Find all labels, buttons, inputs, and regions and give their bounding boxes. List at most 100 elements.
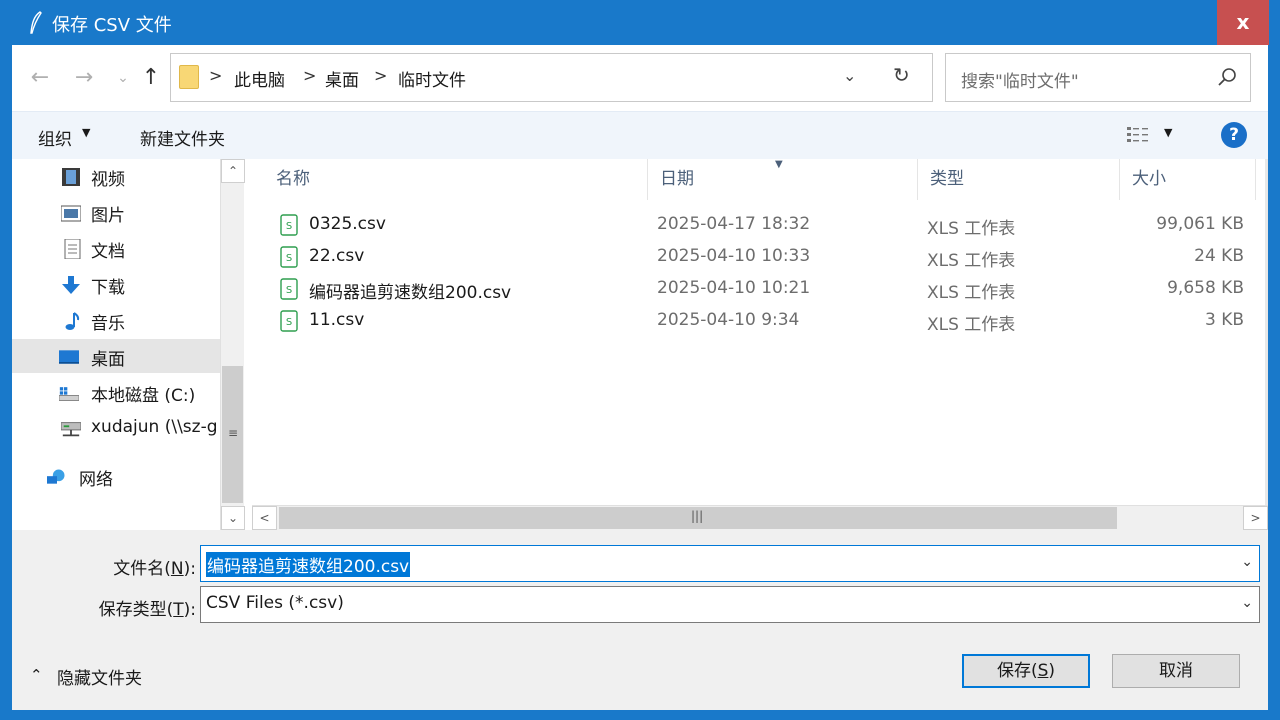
save-button[interactable]: 保存(S) [962, 654, 1090, 688]
address-bar[interactable]: > 此电脑 > 桌面 > 临时文件 ⌄ ↻ [170, 53, 933, 102]
breadcrumb-desktop[interactable]: 桌面 [325, 66, 359, 91]
csv-file-icon: S [280, 214, 298, 236]
organize-caret-icon[interactable]: ▼ [82, 126, 90, 139]
grip-icon: ||| [691, 509, 704, 523]
navigation-pane: 视频 图片 文档 下载 音乐 桌面 本地磁盘 (C:) xudajun (\\s… [12, 159, 220, 530]
drive-icon [59, 387, 79, 401]
svg-text:S: S [286, 285, 292, 296]
search-input[interactable]: 搜索"临时文件" [945, 53, 1251, 102]
file-size: 24 KB [1194, 246, 1244, 266]
command-toolbar: 组织 ▼ 新建文件夹 ▼ ? [12, 111, 1268, 159]
file-type: XLS 工作表 [927, 219, 1016, 239]
file-name: 22.csv [309, 246, 365, 266]
help-icon[interactable]: ? [1221, 122, 1247, 148]
view-options-icon[interactable] [1125, 124, 1153, 146]
nav-item-documents[interactable]: 文档 [12, 231, 220, 265]
file-date: 2025-04-17 18:32 [657, 214, 811, 234]
back-arrow-icon[interactable]: ← [28, 64, 52, 92]
window-title: 保存 CSV 文件 [52, 15, 172, 36]
table-row[interactable]: S 编码器追剪速数组200.csv 2025-04-10 10:21 XLS 工… [252, 272, 1252, 304]
file-date: 2025-04-10 9:34 [657, 310, 800, 330]
chevron-down-icon[interactable]: ⌄ [1241, 595, 1253, 611]
address-dropdown-icon[interactable]: ⌄ [843, 66, 856, 85]
table-row[interactable]: S 22.csv 2025-04-10 10:33 XLS 工作表 24 KB [252, 240, 1252, 272]
file-type: XLS 工作表 [927, 251, 1016, 271]
scroll-up-arrow-icon[interactable]: ⌃ [221, 159, 245, 183]
forward-arrow-icon[interactable]: → [72, 64, 96, 92]
file-list-horizontal-scrollbar[interactable]: < ||| > [252, 505, 1268, 530]
file-type: XLS 工作表 [927, 283, 1016, 303]
filetype-label: 保存类型(T): [98, 600, 196, 620]
refresh-icon[interactable]: ↻ [893, 63, 910, 87]
cancel-button[interactable]: 取消 [1112, 654, 1240, 688]
nav-item-downloads[interactable]: 下载 [12, 267, 220, 301]
up-arrow-icon[interactable]: ↑ [139, 64, 163, 92]
svg-text:S: S [286, 221, 292, 232]
video-icon [62, 168, 80, 186]
nav-item-network-drive[interactable]: xudajun (\\sz-g [12, 411, 220, 445]
svg-text:S: S [286, 317, 292, 328]
nav-label: 网络 [79, 470, 113, 490]
file-list-scrollbar-edge [1265, 159, 1268, 505]
file-size: 99,061 KB [1156, 214, 1244, 234]
nav-item-local-disk[interactable]: 本地磁盘 (C:) [12, 375, 220, 409]
filetype-select[interactable]: CSV Files (*.csv) ⌄ [200, 586, 1260, 623]
dialog-client-area: ← → ⌄ ↑ > 此电脑 > 桌面 > 临时文件 ⌄ ↻ 搜索"临时文件" 组… [12, 45, 1268, 710]
column-header-date[interactable]: 日期 [648, 159, 918, 200]
nav-item-videos[interactable]: 视频 [12, 159, 220, 193]
nav-item-desktop[interactable]: 桌面 [12, 339, 220, 373]
csv-file-icon: S [280, 278, 298, 300]
folder-icon [179, 65, 199, 89]
scroll-left-arrow-icon[interactable]: < [252, 506, 277, 530]
file-size: 3 KB [1204, 310, 1244, 330]
chevron-down-icon[interactable]: ⌄ [1241, 554, 1253, 570]
breadcrumb-temp-files[interactable]: 临时文件 [398, 66, 466, 91]
nav-item-network[interactable]: 网络 [12, 459, 220, 493]
scroll-down-arrow-icon[interactable]: ⌄ [221, 506, 245, 530]
chevron-up-icon: ⌃ [30, 666, 43, 684]
svg-text:S: S [286, 253, 292, 264]
hide-folders-label: 隐藏文件夹 [57, 669, 142, 689]
close-button[interactable]: x [1217, 0, 1269, 45]
file-name: 0325.csv [309, 214, 386, 234]
table-row[interactable]: S 0325.csv 2025-04-17 18:32 XLS 工作表 99,0… [252, 208, 1252, 240]
breadcrumb-separator-icon: > [303, 66, 317, 85]
breadcrumb-separator-icon: > [374, 66, 388, 85]
csv-file-icon: S [280, 310, 298, 332]
network-icon [47, 469, 65, 484]
feather-app-icon [30, 11, 42, 34]
nav-item-music[interactable]: 音乐 [12, 303, 220, 337]
column-header-name[interactable]: 名称 [264, 159, 648, 200]
nav-label: 音乐 [91, 314, 125, 334]
nav-label: xudajun (\\sz-g [91, 417, 218, 437]
organize-button[interactable]: 组织 [38, 125, 72, 150]
save-dialog-window: 保存 CSV 文件 x ← → ⌄ ↑ > 此电脑 > 桌面 > 临时文件 ⌄ … [0, 0, 1280, 720]
nav-item-pictures[interactable]: 图片 [12, 195, 220, 229]
downloads-icon [62, 276, 80, 294]
network-drive-icon [61, 422, 81, 437]
filename-value: 编码器追剪速数组200.csv [206, 552, 411, 577]
grip-icon: ≡ [228, 426, 239, 440]
view-caret-icon[interactable]: ▼ [1164, 126, 1172, 139]
column-header-size[interactable]: 大小 [1120, 159, 1256, 200]
recent-locations-chevron-icon[interactable]: ⌄ [111, 64, 135, 92]
scrollbar-thumb[interactable]: ≡ [222, 366, 243, 503]
nav-label: 下载 [91, 278, 125, 298]
search-icon[interactable] [1216, 66, 1238, 88]
column-header-type[interactable]: 类型 [918, 159, 1120, 200]
music-icon [65, 312, 80, 330]
table-row[interactable]: S 11.csv 2025-04-10 9:34 XLS 工作表 3 KB [252, 304, 1252, 336]
file-list: 名称 ▼ 日期 类型 大小 S 0325.csv 2025-04-17 18:3… [252, 159, 1268, 530]
file-date: 2025-04-10 10:33 [657, 246, 811, 266]
title-bar[interactable]: 保存 CSV 文件 x [0, 0, 1280, 45]
file-date: 2025-04-10 10:21 [657, 278, 811, 298]
scrollbar-thumb[interactable]: ||| [279, 507, 1117, 529]
desktop-icon [59, 350, 79, 364]
scroll-right-arrow-icon[interactable]: > [1243, 506, 1268, 530]
filename-input[interactable]: 编码器追剪速数组200.csv ⌄ [200, 545, 1260, 582]
breadcrumb-this-pc[interactable]: 此电脑 [234, 66, 285, 91]
nav-pane-scrollbar[interactable]: ⌃ ≡ ⌄ [220, 159, 245, 530]
new-folder-button[interactable]: 新建文件夹 [140, 125, 225, 150]
breadcrumb-separator-icon: > [209, 66, 223, 85]
nav-label: 文档 [91, 242, 125, 262]
